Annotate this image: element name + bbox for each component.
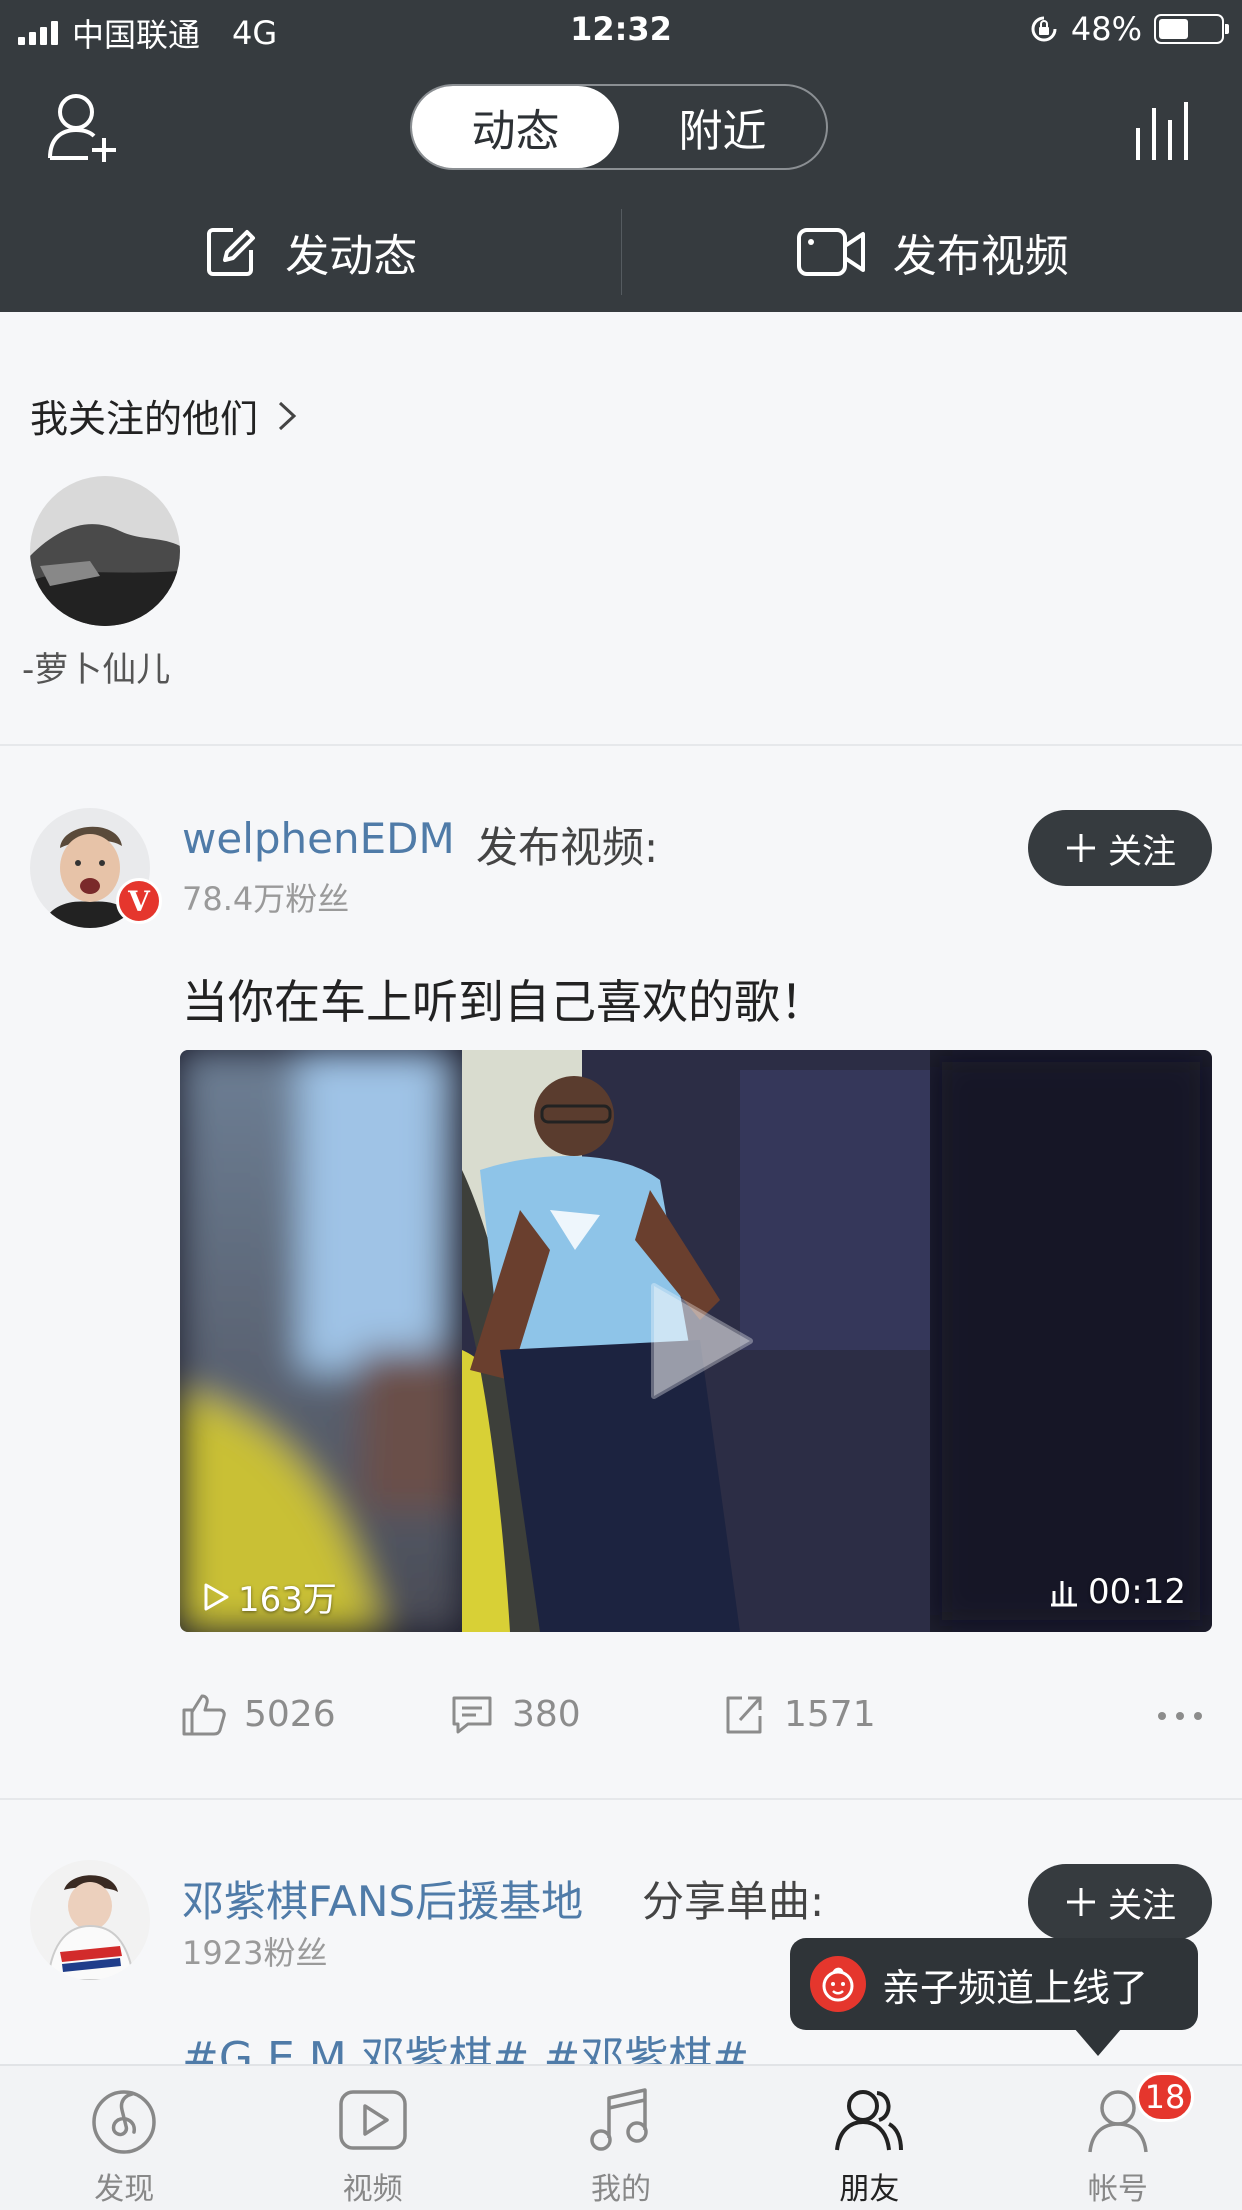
post-caption: 当你在车上听到自己喜欢的歌！ xyxy=(182,966,826,1032)
share-icon xyxy=(720,1690,768,1738)
post-action-text: 发布视频: xyxy=(476,814,658,875)
tab-my-music[interactable]: 我的 xyxy=(497,2066,745,2210)
follow-button[interactable]: 关注 xyxy=(1028,1864,1212,1940)
follow-label: 关注 xyxy=(1108,824,1176,873)
tab-my-music-label: 我的 xyxy=(591,2164,651,2208)
equalizer-icon xyxy=(1130,98,1196,164)
like-count: 5026 xyxy=(244,1694,336,1735)
view-count: 163万 xyxy=(202,1572,337,1621)
video-camera-icon xyxy=(795,224,867,280)
view-count-text: 163万 xyxy=(238,1572,337,1621)
video-icon xyxy=(337,2084,409,2156)
tab-discover[interactable]: 发现 xyxy=(0,2066,248,2210)
toast-pointer xyxy=(1074,2028,1122,2056)
post-caption[interactable]: #G.E.M.邓紫棋# #邓紫棋# xyxy=(182,2022,749,2064)
following-section: 我关注的他们 -萝卜仙儿 xyxy=(0,312,1242,746)
top-nav: 动态 附近 xyxy=(0,62,1242,192)
followed-user-avatar[interactable] xyxy=(30,476,180,626)
avatar[interactable] xyxy=(30,1860,150,1980)
tab-account[interactable]: 帐号 18 xyxy=(994,2066,1242,2210)
followed-user-name: -萝卜仙儿 xyxy=(22,642,170,691)
post-status-button[interactable]: 发动态 xyxy=(0,192,621,312)
tab-dynamic[interactable]: 动态 xyxy=(412,86,619,168)
video-thumbnail[interactable]: 163万 00:12 xyxy=(180,1050,1212,1632)
tab-video[interactable]: 视频 xyxy=(248,2066,496,2210)
duration-text: 00:12 xyxy=(1088,1572,1186,1612)
follow-label: 关注 xyxy=(1108,1878,1176,1927)
bars-small-icon xyxy=(1050,1577,1078,1607)
toast-text: 亲子频道上线了 xyxy=(882,1957,1148,2012)
tab-friends-label: 朋友 xyxy=(839,2164,899,2208)
video-duration: 00:12 xyxy=(1050,1572,1186,1612)
comment-count: 380 xyxy=(512,1694,581,1735)
share-button[interactable]: 1571 xyxy=(720,1690,876,1738)
battery-icon xyxy=(1154,14,1224,44)
fans-count: 78.4万粉丝 xyxy=(182,874,349,920)
share-count: 1571 xyxy=(784,1694,876,1735)
fans-count: 1923粉丝 xyxy=(182,1928,327,1974)
battery-percent: 48% xyxy=(1071,10,1142,48)
baby-face-icon xyxy=(810,1956,866,2012)
music-icon xyxy=(585,2084,657,2156)
comment-button[interactable]: 380 xyxy=(448,1690,581,1738)
discover-icon xyxy=(88,2084,160,2156)
add-friend-button[interactable] xyxy=(44,88,124,168)
tab-friends[interactable]: 朋友 xyxy=(745,2066,993,2210)
play-small-icon xyxy=(202,1582,230,1612)
tab-discover-label: 发现 xyxy=(94,2164,154,2208)
post-action-text: 分享单曲: xyxy=(642,1868,824,1929)
edit-icon xyxy=(203,224,259,280)
plus-icon xyxy=(1064,1885,1098,1919)
verified-badge: V xyxy=(116,878,162,924)
friends-icon xyxy=(833,2084,905,2156)
bottom-tab-bar: 发现 视频 我的 朋友 帐号 18 xyxy=(0,2064,1242,2210)
username-link[interactable]: welphenEDM xyxy=(182,814,455,863)
rotation-lock-icon xyxy=(1029,14,1059,44)
more-options-icon[interactable] xyxy=(1158,1712,1202,1720)
like-button[interactable]: 5026 xyxy=(180,1690,336,1738)
tab-account-label: 帐号 xyxy=(1088,2164,1148,2208)
notification-badge: 18 xyxy=(1136,2072,1195,2122)
tab-video-label: 视频 xyxy=(343,2164,403,2208)
post-stats: 5026 380 1571 xyxy=(180,1690,1212,1750)
post-video-button[interactable]: 发布视频 xyxy=(622,192,1242,312)
following-header[interactable]: 我关注的他们 xyxy=(30,388,298,443)
chevron-right-icon xyxy=(276,399,298,433)
following-title: 我关注的他们 xyxy=(30,388,258,443)
post-video-label: 发布视频 xyxy=(893,220,1069,284)
post-actions: 发动态 发布视频 xyxy=(0,192,1242,312)
status-bar: 中国联通 4G 12:32 48% xyxy=(0,0,1242,62)
comment-icon xyxy=(448,1690,496,1738)
add-friend-icon xyxy=(44,88,124,168)
plus-icon xyxy=(1064,831,1098,865)
announcement-toast[interactable]: 亲子频道上线了 xyxy=(790,1938,1198,2030)
play-icon[interactable] xyxy=(640,1278,760,1404)
tab-nearby[interactable]: 附近 xyxy=(619,86,826,168)
post-status-label: 发动态 xyxy=(285,220,417,284)
username-link[interactable]: 邓紫棋FANS后援基地 xyxy=(182,1868,583,1929)
now-playing-button[interactable] xyxy=(1130,98,1196,164)
follow-button[interactable]: 关注 xyxy=(1028,810,1212,886)
top-header: 中国联通 4G 12:32 48% 动态 附近 xyxy=(0,0,1242,312)
feed-card: V welphenEDM 发布视频: 78.4万粉丝 关注 当你在车上听到自己喜… xyxy=(0,746,1242,1800)
thumbs-up-icon xyxy=(180,1690,228,1738)
feed-segmented-control: 动态 附近 xyxy=(410,84,828,170)
